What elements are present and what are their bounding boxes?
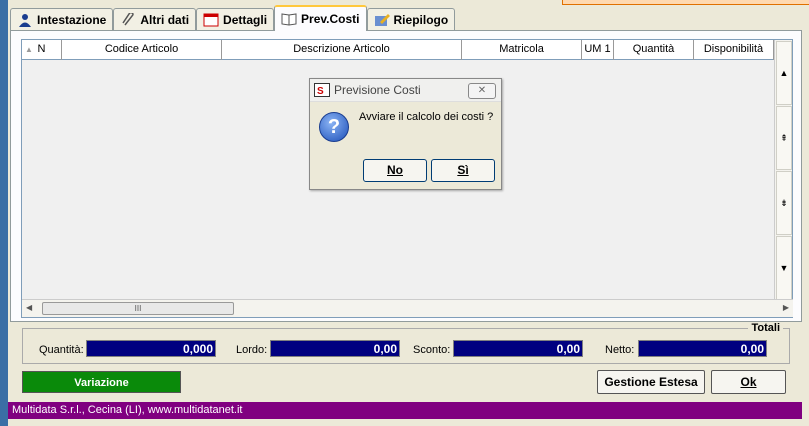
- column-label: Descrizione Articolo: [293, 43, 390, 55]
- column-label: Disponibilità: [703, 43, 764, 55]
- tab-label: Altri dati: [140, 12, 190, 27]
- tab-intestazione[interactable]: Intestazione: [10, 8, 114, 30]
- totals-group: Totali Quantità: 0,000 Lordo: 0,00 Scont…: [22, 322, 790, 364]
- tab-label: Prev.Costi: [301, 12, 360, 26]
- column-label: Matricola: [499, 43, 544, 55]
- ok-button[interactable]: Ok: [711, 370, 786, 394]
- column-label: N: [37, 43, 46, 55]
- tab-label: Riepilogo: [393, 12, 449, 27]
- tab-prev-costi[interactable]: Prev.Costi: [274, 5, 367, 31]
- tab-dettagli[interactable]: Dettagli: [196, 8, 275, 30]
- column-header-n[interactable]: ▲ N: [22, 40, 62, 60]
- column-label: UM 1: [584, 43, 611, 55]
- column-label: Codice Articolo: [104, 43, 179, 55]
- arrow-left-icon[interactable]: ◀: [26, 303, 32, 312]
- button-label: Gestione Estesa: [604, 375, 698, 389]
- horizontal-scroll-thumb[interactable]: III: [42, 302, 234, 315]
- arrow-right-icon[interactable]: ▶: [783, 303, 789, 312]
- paperclip-icon: [122, 12, 135, 25]
- scroll-page-up-button[interactable]: ⇞: [776, 106, 792, 170]
- horizontal-scrollbar[interactable]: ◀ III ▶: [22, 299, 793, 317]
- confirm-dialog: S Previsione Costi ✕ ? Avviare il calcol…: [309, 78, 502, 190]
- app-icon: S: [314, 83, 330, 97]
- top-right-edge: [562, 0, 809, 5]
- arrow-down-icon: ▼: [779, 263, 789, 273]
- pencil-icon: [374, 13, 390, 26]
- tab-strip: Intestazione Altri dati Dettagli Prev.Co…: [10, 5, 456, 31]
- sort-arrow-icon: ▲: [25, 45, 33, 54]
- lordo-label: Lordo:: [236, 344, 268, 356]
- variazione-button[interactable]: Variazione: [22, 371, 181, 393]
- lordo-field: 0,00: [270, 340, 400, 357]
- sconto-label: Sconto:: [413, 344, 451, 356]
- column-header-disponibilita[interactable]: Disponibilità: [694, 40, 774, 60]
- status-bar: Multidata S.r.l., Cecina (LI), www.multi…: [8, 402, 802, 419]
- grid-header: ▲ N Codice Articolo Descrizione Articolo…: [22, 40, 775, 60]
- close-icon: ✕: [477, 85, 487, 96]
- vertical-scrollbar[interactable]: ▲ ⇞ ⇟ ▼: [774, 40, 792, 300]
- column-header-quantita[interactable]: Quantità: [614, 40, 694, 60]
- svg-text:S: S: [317, 86, 324, 97]
- tab-altri-dati[interactable]: Altri dati: [113, 8, 197, 30]
- tab-label: Intestazione: [37, 12, 107, 27]
- calendar-icon: [203, 13, 219, 26]
- question-icon: ?: [319, 112, 349, 142]
- netto-field: 0,00: [638, 340, 767, 357]
- column-header-codice[interactable]: Codice Articolo: [62, 40, 222, 60]
- book-icon: [281, 13, 297, 26]
- tab-riepilogo[interactable]: Riepilogo: [366, 8, 456, 30]
- person-icon: [19, 13, 31, 27]
- quantita-label: Quantità:: [39, 344, 84, 356]
- column-header-descrizione[interactable]: Descrizione Articolo: [222, 40, 462, 60]
- tab-label: Dettagli: [223, 12, 268, 27]
- dialog-title: Previsione Costi: [334, 83, 421, 97]
- scroll-top-button[interactable]: ▲: [776, 41, 792, 105]
- dialog-close-button[interactable]: ✕: [468, 83, 496, 99]
- left-window-edge: [0, 0, 8, 426]
- scroll-page-down-button[interactable]: ⇟: [776, 171, 792, 235]
- quantita-field: 0,000: [86, 340, 216, 357]
- yes-button[interactable]: Sì: [431, 159, 495, 182]
- sconto-field: 0,00: [453, 340, 583, 357]
- netto-label: Netto:: [605, 344, 635, 356]
- no-button[interactable]: No: [363, 159, 427, 182]
- dialog-message: Avviare il calcolo dei costi ?: [359, 111, 494, 123]
- double-arrow-down-icon: ⇟: [780, 197, 788, 208]
- button-label: Ok: [740, 375, 757, 389]
- arrow-up-icon: ▲: [779, 68, 789, 78]
- column-label: Quantità: [632, 43, 675, 55]
- totals-legend: Totali: [748, 322, 783, 334]
- double-arrow-up-icon: ⇞: [780, 132, 788, 143]
- column-header-matricola[interactable]: Matricola: [462, 40, 582, 60]
- scroll-bottom-button[interactable]: ▼: [776, 236, 792, 300]
- column-header-um1[interactable]: UM 1: [582, 40, 614, 60]
- gestione-estesa-button[interactable]: Gestione Estesa: [597, 370, 705, 394]
